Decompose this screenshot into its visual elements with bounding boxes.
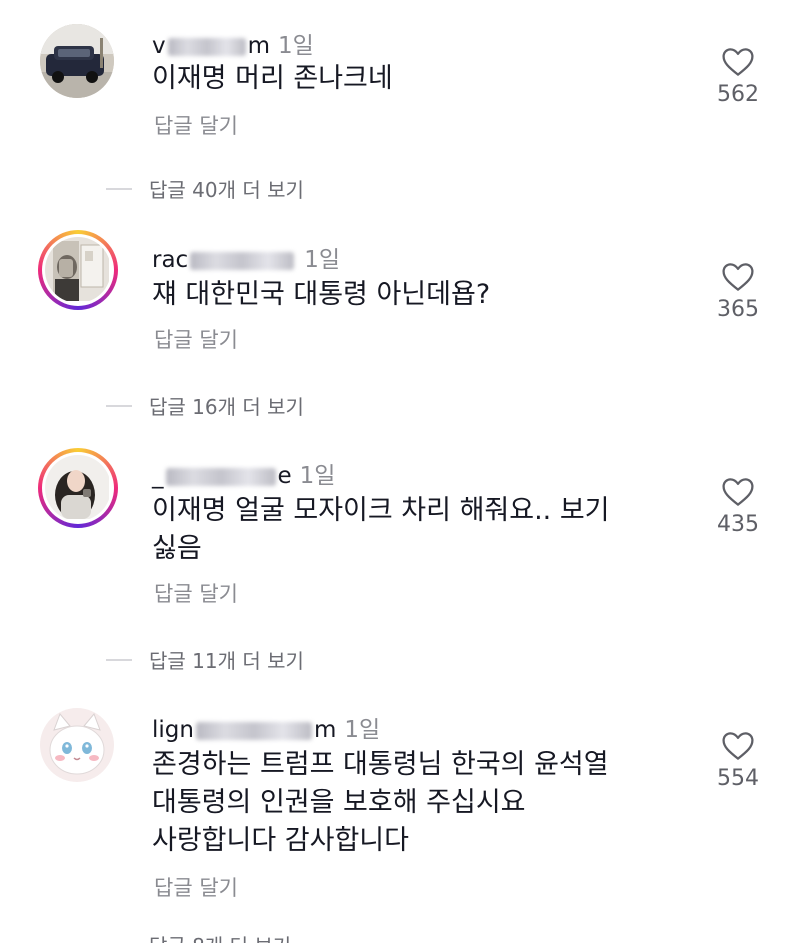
reply-button[interactable]: 답글 달기 xyxy=(154,872,238,902)
comment-text: 쟤 대한민국 대통령 아닌데욥? xyxy=(152,279,491,310)
reply-button[interactable]: 답글 달기 xyxy=(154,324,238,354)
like-count: 554 xyxy=(717,766,759,791)
comment-time: 1일 xyxy=(299,463,336,489)
like-button[interactable]: 435 xyxy=(700,478,776,537)
portrait-icon xyxy=(45,455,109,519)
comment-username[interactable]: rac 1일 xyxy=(152,240,340,274)
view-more-replies-button[interactable]: 답글 16개 더 보기 xyxy=(106,391,304,420)
like-button[interactable]: 365 xyxy=(700,263,776,322)
view-more-replies-button[interactable]: 답글 11개 더 보기 xyxy=(106,645,304,674)
avatar[interactable] xyxy=(40,708,114,782)
car-icon xyxy=(40,24,114,98)
redacted-username-blur xyxy=(165,467,276,486)
heart-icon[interactable] xyxy=(722,478,754,506)
like-button[interactable]: 562 xyxy=(700,48,776,107)
divider-dash xyxy=(106,404,132,407)
comment-text: 이재명 얼굴 모자이크 차리 해줘요.. 보기 싫음 xyxy=(152,495,610,564)
reply-button[interactable]: 답글 달기 xyxy=(154,110,238,140)
like-count: 435 xyxy=(717,512,759,537)
cartoon-cat-avatar-image xyxy=(40,708,114,782)
car-avatar-image xyxy=(40,24,114,98)
like-count: 365 xyxy=(717,297,759,322)
reply-button[interactable]: 답글 달기 xyxy=(154,578,238,608)
heart-icon[interactable] xyxy=(722,48,754,76)
comment-username[interactable]: v m 1일 xyxy=(152,26,314,60)
divider-dash xyxy=(106,187,132,190)
like-button[interactable]: 554 xyxy=(700,732,776,791)
redacted-username-blur xyxy=(190,251,295,270)
comment-text: 이재명 머리 존나크네 xyxy=(152,63,393,94)
comment-username[interactable]: lign m 1일 xyxy=(152,710,380,744)
comment-time: 1일 xyxy=(278,33,314,59)
like-count: 562 xyxy=(717,82,759,107)
comment-time: 1일 xyxy=(304,247,340,273)
view-more-replies-button[interactable]: 답글 40개 더 보기 xyxy=(106,174,304,203)
redacted-username-blur xyxy=(195,721,312,740)
avatar[interactable] xyxy=(40,24,114,98)
heart-icon[interactable] xyxy=(722,263,754,291)
redacted-username-blur xyxy=(167,37,246,56)
heart-icon[interactable] xyxy=(722,732,754,760)
comment-text: 존경하는 트럼프 대통령님 한국의 윤석열 대통령의 인권을 보호해 주십시요 … xyxy=(152,749,609,856)
cat-icon xyxy=(40,708,114,782)
mirror-selfie-avatar-image xyxy=(45,237,111,303)
view-more-replies-button[interactable]: 답글 8개 더 보기 xyxy=(106,930,291,943)
comment-time: 1일 xyxy=(344,717,381,743)
portrait-avatar-image xyxy=(45,455,111,521)
divider-dash xyxy=(106,658,132,661)
avatar[interactable] xyxy=(38,230,118,310)
selfie-icon xyxy=(45,237,109,301)
avatar[interactable] xyxy=(38,448,118,528)
comment-username[interactable]: _ e 1일 xyxy=(152,456,335,490)
